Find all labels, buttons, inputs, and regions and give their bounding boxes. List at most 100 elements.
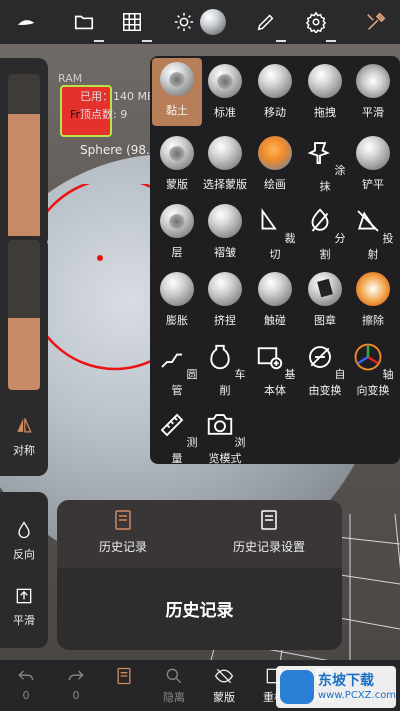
tool-view-mode[interactable]: 浏览模式	[200, 408, 250, 466]
invert-label: 反向	[13, 548, 35, 561]
undo-count: 0	[22, 689, 30, 702]
brush-radius-slider[interactable]	[8, 74, 40, 239]
tool-measure[interactable]: 测量	[152, 408, 202, 466]
history-button[interactable]	[102, 666, 146, 689]
history-options: 历史记录 历史记录设置	[57, 500, 342, 568]
tool-label: 分割	[319, 232, 346, 261]
tool-split[interactable]: 分割	[300, 204, 350, 262]
tool-trim[interactable]: 裁切	[250, 204, 300, 262]
trim-icon	[261, 208, 277, 230]
tool-tube[interactable]: 圆管	[152, 340, 202, 398]
tool-label: 轴向变换	[356, 368, 394, 397]
lathe-icon	[209, 344, 230, 370]
tool-label: 车削	[219, 368, 246, 397]
symmetry-icon	[17, 418, 32, 433]
redo-button[interactable]: 0	[54, 666, 98, 702]
history-popup: 历史记录 历史记录设置 历史记录	[57, 500, 342, 650]
used-memory: 已用：140 MB	[80, 90, 155, 103]
left-panel-top	[0, 58, 48, 248]
swatch-label: Fr	[70, 108, 81, 121]
tool-label: 自由变换	[308, 368, 346, 397]
settings-gear-icon[interactable]	[302, 8, 336, 42]
symmetry-label: 对称	[13, 444, 35, 457]
tool-tube-touch[interactable]: 触碰	[250, 272, 300, 328]
tool-label: 层	[171, 246, 183, 259]
tools-wrench-icon[interactable]	[362, 8, 390, 36]
project-icon	[356, 210, 379, 232]
history-option[interactable]: 历史记录	[99, 510, 147, 555]
tool-smooth[interactable]: 平滑	[348, 64, 398, 120]
tool-move[interactable]: 移动	[250, 64, 300, 120]
logo-icon[interactable]	[12, 8, 40, 36]
tool-pinch[interactable]: 挤捏	[200, 272, 250, 328]
tool-clay[interactable]: 黏土	[152, 58, 202, 126]
eye-off-icon	[214, 668, 234, 684]
vertex-count: 顶点数: 9	[80, 108, 128, 121]
history-settings-option[interactable]: 历史记录设置	[233, 510, 305, 555]
tool-primitive[interactable]: 基本体	[250, 340, 300, 398]
axis-gizmo-icon	[354, 343, 381, 371]
tool-drag[interactable]: 拖拽	[300, 64, 350, 120]
history-icon	[117, 667, 131, 685]
tool-label: 移动	[264, 106, 286, 119]
light-icon[interactable]	[170, 8, 198, 36]
tool-label: 绘画	[264, 178, 286, 191]
sculpt-tool-menu: 黏土 标准 移动 拖拽 平滑 蒙版 选择蒙版 绘画 涂抹 铲平 层 褶皱 裁切 …	[150, 56, 400, 466]
tool-label: 标准	[214, 106, 236, 119]
tool-label: 褶皱	[214, 246, 236, 259]
primitive-icon	[257, 347, 282, 370]
folder-icon[interactable]	[70, 8, 104, 42]
tool-label: 黏土	[166, 104, 188, 117]
smooth-button[interactable]: 平滑	[0, 586, 48, 628]
tool-free-transform[interactable]: 自由变换	[300, 340, 350, 398]
top-toolbar	[0, 0, 400, 44]
tool-label: 基本体	[264, 368, 296, 397]
watermark-text: 东坡下载	[318, 673, 374, 689]
symmetry-button[interactable]: 对称	[0, 416, 48, 458]
tool-label: 涂抹	[319, 164, 346, 193]
transform-icon	[308, 346, 331, 368]
watermark-logo-icon	[280, 670, 314, 704]
tool-crease[interactable]: 褶皱	[200, 204, 250, 260]
tool-smudge[interactable]: 涂抹	[300, 136, 350, 194]
tool-standard[interactable]: 标准	[200, 64, 250, 120]
tool-label: 浏览模式	[208, 436, 246, 465]
tool-label: 裁切	[269, 232, 296, 261]
undo-button[interactable]: 0	[4, 666, 48, 702]
brush-intensity-slider[interactable]	[8, 240, 40, 390]
tool-inflate[interactable]: 膨胀	[152, 272, 202, 328]
tool-project[interactable]: 投射	[348, 204, 398, 262]
camera-icon	[207, 414, 232, 435]
search-icon	[166, 668, 182, 684]
invert-button[interactable]: 反向	[0, 520, 48, 562]
mask-toggle-button[interactable]: 蒙版	[202, 666, 246, 705]
tool-label: 铲平	[362, 178, 384, 191]
isolate-button[interactable]: 隐离	[152, 666, 196, 705]
isolate-label: 隐离	[163, 691, 185, 704]
scene-grid-icon[interactable]	[118, 8, 152, 42]
history-title: 历史记录	[165, 601, 234, 621]
tool-stamp[interactable]: 图章	[300, 272, 350, 328]
tool-label: 投射	[367, 232, 394, 261]
tool-flatten[interactable]: 铲平	[348, 136, 398, 192]
tool-label: 挤捏	[214, 314, 236, 327]
tube-icon	[160, 353, 182, 368]
tool-label: 触碰	[264, 314, 286, 327]
tool-lathe[interactable]: 车削	[200, 340, 250, 398]
redo-count: 0	[72, 689, 80, 702]
tool-label: 平滑	[362, 106, 384, 119]
brush-icon[interactable]	[252, 8, 286, 42]
redo-icon	[68, 670, 84, 681]
split-icon	[311, 208, 328, 232]
tool-erase[interactable]: 擦除	[348, 272, 398, 328]
tool-label: 图章	[314, 314, 336, 327]
tool-select-mask[interactable]: 选择蒙版	[200, 136, 250, 192]
tool-layer[interactable]: 层	[152, 204, 202, 260]
drop-icon	[18, 521, 30, 539]
tool-axis-transform[interactable]: 轴向变换	[348, 340, 398, 398]
tool-label: 选择蒙版	[203, 178, 247, 191]
history-settings-icon	[261, 510, 277, 530]
tool-mask[interactable]: 蒙版	[152, 136, 202, 192]
tool-paint[interactable]: 绘画	[250, 136, 300, 192]
material-ball-icon[interactable]	[200, 9, 226, 35]
